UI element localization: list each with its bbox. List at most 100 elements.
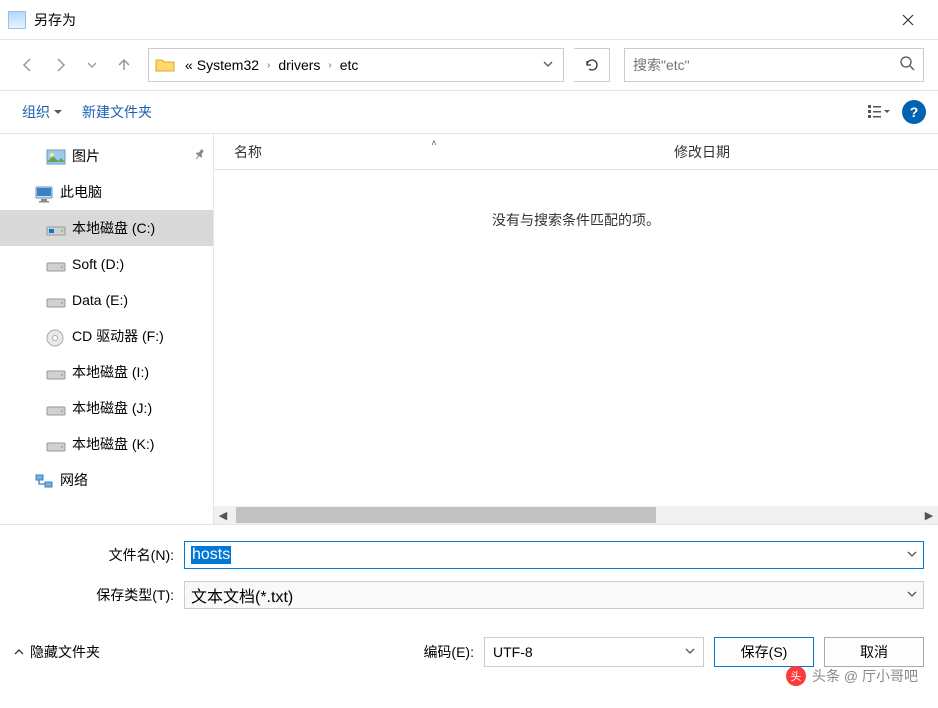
scroll-left-icon[interactable]: ◀ xyxy=(214,509,232,522)
drive-icon xyxy=(46,293,66,307)
chevron-down-icon xyxy=(54,108,62,116)
search-icon[interactable] xyxy=(899,55,915,76)
view-button[interactable] xyxy=(862,97,896,127)
filetype-label: 保存类型(T): xyxy=(14,585,184,605)
chevron-down-icon xyxy=(685,646,695,656)
filetype-field[interactable]: 文本文档(*.txt) xyxy=(184,581,924,609)
chevron-down-icon xyxy=(907,549,917,559)
sidebar-item-label: 本地磁盘 (J:) xyxy=(72,398,152,418)
recent-button[interactable] xyxy=(78,51,106,79)
column-modified-label: 修改日期 xyxy=(674,144,730,160)
titlebar: 另存为 xyxy=(0,0,938,40)
breadcrumb-0[interactable]: System32 xyxy=(195,57,261,73)
help-icon: ? xyxy=(910,104,919,120)
sidebar-item-8[interactable]: 本地磁盘 (K:) xyxy=(0,426,213,462)
drive-icon xyxy=(46,365,66,379)
search-input[interactable] xyxy=(633,57,899,73)
filetype-row: 保存类型(T): 文本文档(*.txt) xyxy=(14,581,924,609)
encoding-select[interactable]: UTF-8 xyxy=(484,637,704,667)
sidebar-item-label: Soft (D:) xyxy=(72,256,124,272)
sidebar-item-0[interactable]: 图片 xyxy=(0,138,213,174)
arrow-left-icon xyxy=(19,56,37,74)
pin-icon xyxy=(194,149,205,163)
picture-icon xyxy=(46,149,66,163)
new-folder-label: 新建文件夹 xyxy=(82,102,152,122)
chevron-down-icon xyxy=(907,589,917,599)
filename-dropdown[interactable] xyxy=(907,549,917,562)
file-list-area: ˄ 名称 修改日期 没有与搜索条件匹配的项。 ◀ ▶ xyxy=(214,134,938,524)
encoding-label: 编码(E): xyxy=(423,642,474,662)
sidebar-item-label: 图片 xyxy=(72,146,100,166)
scroll-right-icon[interactable]: ▶ xyxy=(920,509,938,522)
organize-button[interactable]: 组织 xyxy=(12,98,72,126)
help-button[interactable]: ? xyxy=(902,100,926,124)
pc-icon xyxy=(34,185,54,199)
column-modified[interactable]: 修改日期 xyxy=(654,142,750,162)
empty-message: 没有与搜索条件匹配的项。 xyxy=(214,170,938,230)
up-button[interactable] xyxy=(110,51,138,79)
sidebar-item-7[interactable]: 本地磁盘 (J:) xyxy=(0,390,213,426)
drive-win-icon xyxy=(46,221,66,235)
horizontal-scrollbar[interactable]: ◀ ▶ xyxy=(214,506,938,524)
save-label: 保存(S) xyxy=(741,642,788,662)
organize-label: 组织 xyxy=(22,102,50,122)
drive-icon xyxy=(46,257,66,271)
bottom-right-group: 编码(E): UTF-8 保存(S) 取消 xyxy=(423,637,924,667)
form-area: 文件名(N): hosts 保存类型(T): 文本文档(*.txt) xyxy=(0,524,938,629)
hide-folders-button[interactable]: 隐藏文件夹 xyxy=(14,642,100,662)
filename-row: 文件名(N): hosts xyxy=(14,541,924,569)
drive-icon xyxy=(46,401,66,415)
app-icon xyxy=(8,11,26,29)
sidebar-item-4[interactable]: Data (E:) xyxy=(0,282,213,318)
address-dropdown[interactable] xyxy=(539,58,557,72)
cd-icon xyxy=(46,329,66,343)
save-button[interactable]: 保存(S) xyxy=(714,637,814,667)
sidebar-item-label: CD 驱动器 (F:) xyxy=(72,326,164,346)
folder-icon xyxy=(155,57,175,73)
sidebar-item-label: 网络 xyxy=(60,470,88,490)
sidebar-item-9[interactable]: 网络 xyxy=(0,462,213,498)
sidebar[interactable]: 图片此电脑本地磁盘 (C:) Soft (D:) Data (E:) CD 驱动器 (… xyxy=(0,134,214,524)
cancel-label: 取消 xyxy=(860,642,888,662)
breadcrumb-1[interactable]: drivers xyxy=(276,57,322,73)
sidebar-item-3[interactable]: Soft (D:) xyxy=(0,246,213,282)
refresh-icon xyxy=(584,57,600,73)
address-bar[interactable]: « System32 › drivers › etc xyxy=(148,48,564,82)
sidebar-item-label: 本地磁盘 (C:) xyxy=(72,218,155,238)
close-button[interactable] xyxy=(886,2,930,38)
sidebar-item-label: Data (E:) xyxy=(72,292,128,308)
filetype-value: 文本文档(*.txt) xyxy=(191,583,293,607)
chevron-down-icon xyxy=(543,59,553,69)
scroll-thumb[interactable] xyxy=(236,507,656,523)
refresh-button[interactable] xyxy=(574,48,610,82)
drive-icon xyxy=(46,437,66,451)
sidebar-item-2[interactable]: 本地磁盘 (C:) xyxy=(0,210,213,246)
chevron-down-icon xyxy=(87,60,97,70)
network-icon xyxy=(34,473,54,487)
column-headers: ˄ 名称 修改日期 xyxy=(214,134,938,170)
sidebar-item-1[interactable]: 此电脑 xyxy=(0,174,213,210)
navbar: « System32 › drivers › etc xyxy=(0,40,938,90)
breadcrumb-prefix[interactable]: « xyxy=(183,57,195,73)
bottom-bar: 隐藏文件夹 编码(E): UTF-8 保存(S) 取消 xyxy=(0,629,938,679)
back-button[interactable] xyxy=(14,51,42,79)
sidebar-item-label: 此电脑 xyxy=(60,182,102,202)
encoding-value: UTF-8 xyxy=(493,644,533,660)
sidebar-item-label: 本地磁盘 (K:) xyxy=(72,434,154,454)
breadcrumb-sep: › xyxy=(322,60,337,71)
column-name[interactable]: ˄ 名称 xyxy=(214,142,654,162)
arrow-right-icon xyxy=(51,56,69,74)
sidebar-item-6[interactable]: 本地磁盘 (I:) xyxy=(0,354,213,390)
breadcrumb-2[interactable]: etc xyxy=(338,57,361,73)
sidebar-item-5[interactable]: CD 驱动器 (F:) xyxy=(0,318,213,354)
new-folder-button[interactable]: 新建文件夹 xyxy=(72,98,162,126)
filename-value: hosts xyxy=(191,546,231,564)
filetype-dropdown[interactable] xyxy=(907,589,917,602)
search-box[interactable] xyxy=(624,48,924,82)
filename-field[interactable]: hosts xyxy=(184,541,924,569)
breadcrumb-sep: › xyxy=(261,60,276,71)
cancel-button[interactable]: 取消 xyxy=(824,637,924,667)
toolbar: 组织 新建文件夹 ? xyxy=(0,90,938,134)
chevron-up-icon xyxy=(14,647,24,657)
forward-button[interactable] xyxy=(46,51,74,79)
